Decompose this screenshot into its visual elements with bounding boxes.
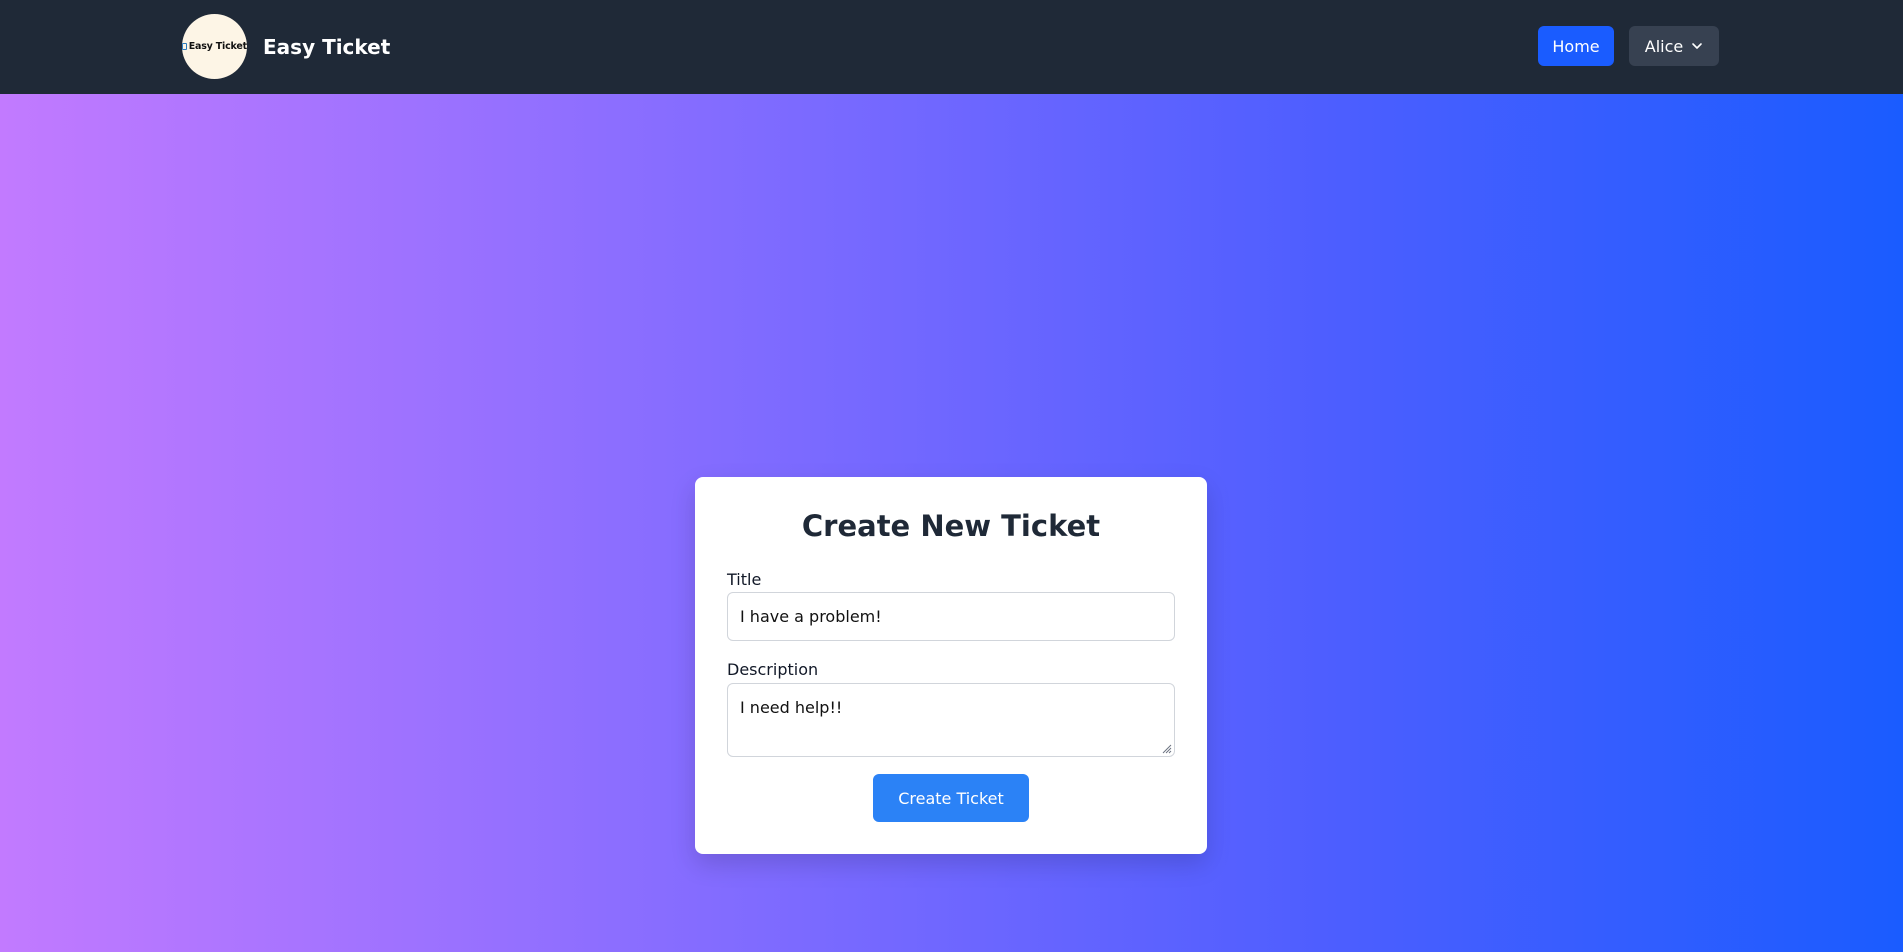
title-label: Title xyxy=(727,570,762,589)
brand-link[interactable]: Easy Ticket Easy Ticket xyxy=(182,14,390,79)
create-ticket-card: Create New Ticket Title I have a problem… xyxy=(695,477,1207,854)
top-navbar: Easy Ticket Easy Ticket Home Alice xyxy=(0,0,1903,94)
main-background: Create New Ticket Title I have a problem… xyxy=(0,94,1903,952)
resize-handle-icon[interactable] xyxy=(1160,742,1172,754)
home-button[interactable]: Home xyxy=(1538,26,1614,66)
page-title: Create New Ticket xyxy=(801,509,1101,543)
title-input-value: I have a problem! xyxy=(740,607,882,626)
description-label: Description xyxy=(727,660,819,679)
create-ticket-button[interactable]: Create Ticket xyxy=(873,774,1029,822)
logo-text: Easy Ticket xyxy=(188,41,247,52)
title-input[interactable]: I have a problem! xyxy=(727,592,1175,641)
user-menu-button[interactable]: Alice xyxy=(1629,26,1719,66)
brand-logo: Easy Ticket xyxy=(182,14,247,79)
description-textarea[interactable]: I need help!! xyxy=(727,683,1175,757)
ticket-logo-icon xyxy=(182,43,187,50)
chevron-down-icon xyxy=(1692,43,1703,49)
user-name: Alice xyxy=(1644,36,1684,56)
brand-name: Easy Ticket xyxy=(263,34,391,59)
description-textarea-value: I need help!! xyxy=(740,698,843,717)
